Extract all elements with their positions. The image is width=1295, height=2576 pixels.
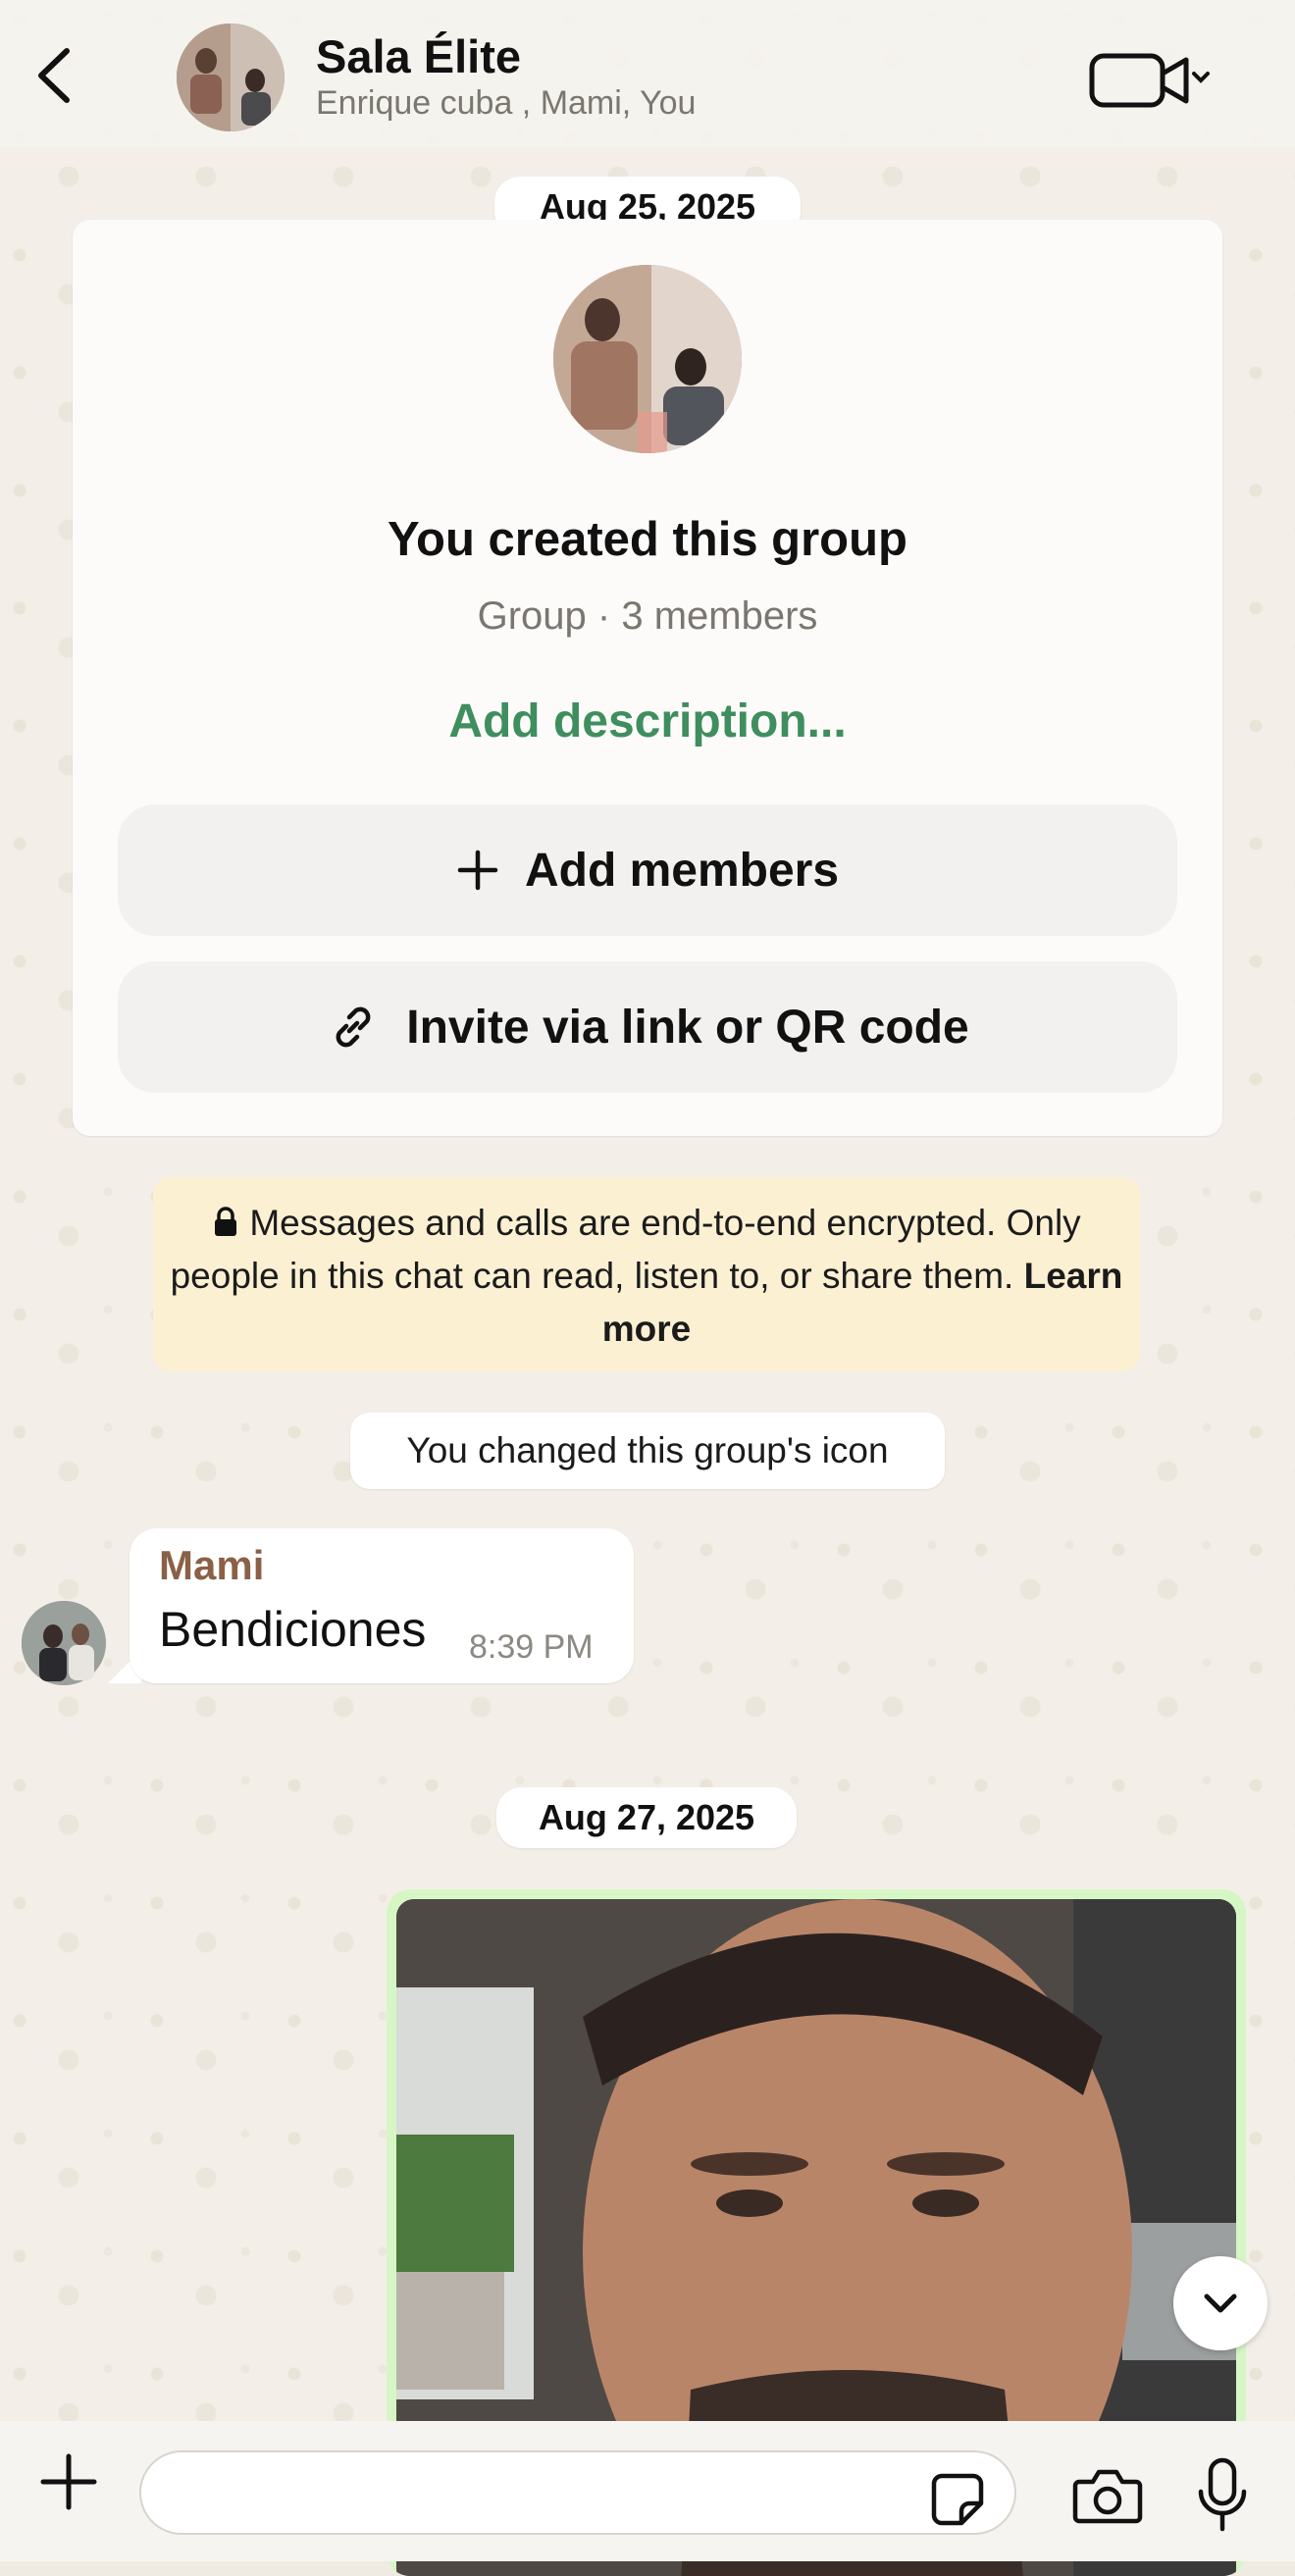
camera-icon [1072, 2469, 1143, 2524]
group-created-title: You created this group [388, 513, 907, 566]
message-text: Bendiciones [159, 1602, 427, 1657]
chevron-down-icon [1204, 2293, 1237, 2313]
invite-link-button[interactable]: Invite via link or QR code [118, 961, 1177, 1093]
encryption-text: Messages and calls are end-to-end encryp… [170, 1203, 1081, 1296]
video-call-button[interactable] [1084, 44, 1212, 113]
voice-message-button[interactable] [1193, 2456, 1252, 2535]
message-input[interactable] [139, 2450, 1016, 2535]
link-icon [336, 1006, 371, 1048]
lock-icon [215, 1207, 237, 1236]
chat-participants[interactable]: Enrique cuba , Mami, You [316, 84, 696, 123]
camera-button[interactable] [1071, 2464, 1144, 2527]
plus-icon [457, 850, 498, 891]
date-separator: Aug 27, 2025 [496, 1787, 797, 1848]
scroll-to-bottom-button[interactable] [1173, 2256, 1268, 2350]
chevron-left-icon [38, 48, 70, 103]
plus-icon [40, 2453, 97, 2510]
chevron-down-icon [1192, 72, 1210, 83]
group-info-card: You created this group Group · 3 members… [73, 220, 1222, 1136]
video-camera-icon [1089, 53, 1210, 108]
group-avatar[interactable] [177, 24, 285, 131]
incoming-message-bubble[interactable]: Mami Bendiciones 8:39 PM [130, 1528, 634, 1683]
back-button[interactable] [29, 41, 78, 110]
add-members-button[interactable]: Add members [118, 804, 1177, 936]
sticker-icon [931, 2473, 984, 2526]
system-message: You changed this group's icon [350, 1413, 945, 1489]
group-member-count: Group · 3 members [477, 594, 818, 638]
chat-header: Sala Élite Enrique cuba , Mami, You [0, 0, 1295, 147]
attach-button[interactable] [37, 2450, 100, 2513]
message-time: 8:39 PM [469, 1628, 594, 1666]
add-description-link[interactable]: Add description... [73, 695, 1222, 748]
sticker-button[interactable] [928, 2470, 987, 2529]
composer-bar [0, 2421, 1295, 2561]
invite-label: Invite via link or QR code [406, 1001, 969, 1054]
add-members-label: Add members [524, 844, 840, 897]
encryption-notice[interactable]: Messages and calls are end-to-end encryp… [153, 1177, 1140, 1371]
sender-avatar[interactable] [22, 1601, 106, 1685]
sender-name[interactable]: Mami [159, 1542, 264, 1589]
chat-title[interactable]: Sala Élite [316, 29, 521, 83]
microphone-icon [1198, 2457, 1247, 2532]
group-card-avatar[interactable] [553, 265, 742, 453]
